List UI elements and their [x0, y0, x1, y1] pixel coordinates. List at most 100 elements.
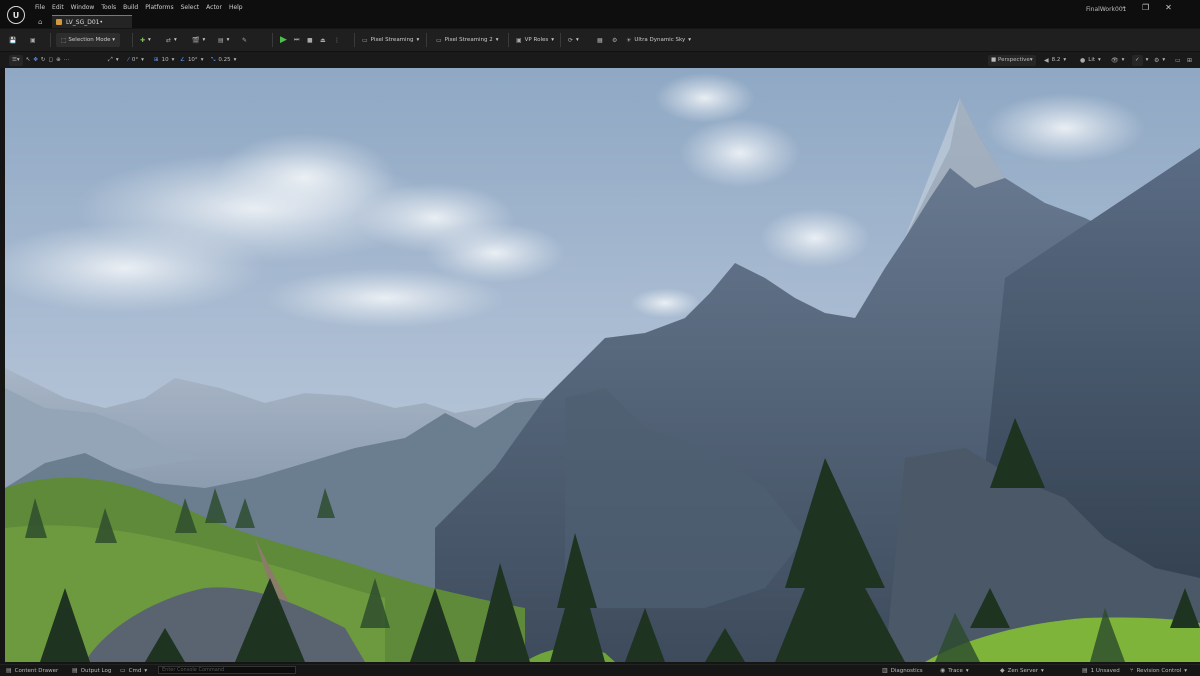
menu-window[interactable]: Window — [71, 4, 102, 11]
log-icon: ▤ — [72, 667, 78, 674]
scale-icon[interactable]: ◻ — [49, 57, 54, 63]
minimize-icon[interactable]: – — [1122, 3, 1126, 12]
play-options-icon[interactable]: ⋮ — [334, 33, 340, 47]
select-icon[interactable]: ↖ — [26, 57, 31, 63]
selection-mode-icon: ⬚ — [61, 36, 67, 44]
home-icon[interactable]: ⌂ — [38, 18, 42, 26]
trace-label: Trace — [948, 667, 963, 674]
close-icon[interactable]: ✕ — [1165, 3, 1172, 12]
realtime-toggle[interactable]: ✓ ▾ — [1132, 54, 1148, 66]
chevron-down-icon: ▾ — [688, 37, 691, 43]
level-icon — [56, 19, 62, 25]
fov-dropdown[interactable]: ◀ 8.2 ▾ — [1044, 54, 1066, 66]
eject-icon[interactable]: ⏏ — [320, 33, 326, 47]
cinematics-button[interactable]: 🎬 ▾ — [192, 33, 205, 47]
level-tab-label: LV_SG_D01• — [66, 18, 104, 26]
scale-snap[interactable]: ⤡ 0.25 ▾ — [211, 54, 236, 66]
play-button[interactable]: ▶ — [280, 33, 287, 47]
menu-actor[interactable]: Actor — [206, 4, 229, 11]
fov-value: 8.2 — [1051, 57, 1061, 63]
pixel-streaming-2-dropdown[interactable]: ▭ Pixel Streaming 2 ▾ — [436, 33, 499, 47]
content-drawer-label: Content Drawer — [14, 667, 59, 674]
monitor-icon: ▭ — [362, 36, 368, 44]
diagnostics-button[interactable]: ▥ Diagnostics — [882, 667, 923, 674]
camera-icon: ■ — [991, 57, 997, 63]
cmd-label: Cmd — [128, 667, 142, 674]
maximize-icon[interactable]: ❐ — [1142, 3, 1149, 12]
add-actor-button[interactable]: ✚ ▾ — [140, 33, 151, 47]
angle-snap-value: 10° — [187, 57, 198, 63]
landscape-render — [5, 68, 1200, 662]
lit-label: Lit — [1088, 57, 1095, 63]
menu-bar: File Edit Window Tools Build Platforms S… — [35, 4, 250, 11]
menu-build[interactable]: Build — [123, 4, 145, 11]
lit-dropdown[interactable]: ● Lit ▾ — [1080, 54, 1101, 66]
unsaved-label: 1 Unsaved — [1090, 667, 1120, 674]
trace-dropdown[interactable]: ◉ Trace ▾ — [940, 667, 969, 674]
zen-server-dropdown[interactable]: ◆ Zen Server ▾ — [1000, 667, 1044, 674]
location-snap[interactable]: ⁄ 0° ▾ — [128, 54, 144, 66]
pixel-streaming-2-label: Pixel Streaming 2 — [444, 37, 493, 43]
level-viewport[interactable] — [5, 68, 1200, 662]
viewport-toolbar: ☰▾ ↖ ✥ ↻ ◻ ⊕ ⋯ ⤢ ▾ ⁄ 0° ▾ ⊞ 10 ▾ ∠ 10° ▾ ⤡ 0.25 ▾… — [0, 52, 1200, 68]
revision-control-button[interactable]: ⑂ Revision Control ▾ — [1130, 667, 1187, 674]
diagnostics-label: Diagnostics — [890, 667, 923, 674]
refresh-icon[interactable]: ⟳ ▾ — [568, 33, 579, 47]
menu-help[interactable]: Help — [229, 4, 250, 11]
chevron-down-icon: ▾ — [1041, 667, 1044, 674]
chevron-down-icon: ▾ — [1184, 667, 1187, 674]
snap-rotation-value: 0° — [131, 57, 139, 63]
maximize-viewport-icon[interactable]: ⊞ — [1187, 54, 1192, 66]
menu-select[interactable]: Select — [181, 4, 207, 11]
ultra-dynamic-sky-label: Ultra Dynamic Sky — [634, 37, 686, 43]
brush-icon[interactable]: ✎ — [242, 33, 247, 47]
settings-icon[interactable]: ⚙ — [612, 33, 617, 47]
chevron-down-icon: ▾ — [112, 37, 116, 43]
chevron-down-icon: ▾ — [416, 37, 420, 43]
build-icon[interactable]: ▦ — [597, 33, 603, 47]
layout-icon[interactable]: ▭ — [1175, 54, 1181, 66]
browse-icon[interactable]: ▣ — [30, 33, 36, 47]
vp-roles-dropdown[interactable]: ▣ VP Roles ▾ — [516, 33, 554, 47]
pixel-streaming-dropdown[interactable]: ▭ Pixel Streaming ▾ — [362, 33, 419, 47]
content-drawer-button[interactable]: ▤ Content Drawer — [6, 667, 58, 674]
perspective-dropdown[interactable]: ■ Perspective ▾ — [988, 54, 1036, 66]
blueprint-button[interactable]: ⇄ ▾ — [166, 33, 177, 47]
menu-tools[interactable]: Tools — [101, 4, 123, 11]
unsaved-button[interactable]: ▤ 1 Unsaved — [1082, 667, 1120, 674]
menu-edit[interactable]: Edit — [52, 4, 71, 11]
menu-file[interactable]: File — [35, 4, 52, 11]
move-icon[interactable]: ✥ — [33, 57, 38, 63]
status-bar: ▤ Content Drawer ▤ Output Log ▭ Cmd ▾ Enter … — [0, 664, 1200, 676]
mode-button[interactable]: ▤ ▾ — [218, 33, 229, 47]
cmd-dropdown[interactable]: ▭ Cmd ▾ — [120, 667, 147, 674]
console-input[interactable]: Enter Console Command — [158, 666, 296, 674]
checkmark-icon: ✓ — [1132, 54, 1143, 66]
trace-icon: ◉ — [940, 667, 946, 674]
output-log-label: Output Log — [80, 667, 112, 674]
vp-icon: ▣ — [516, 36, 522, 44]
sun-icon: ☀ — [626, 36, 632, 44]
angle-snap[interactable]: ∠ 10° ▾ — [180, 54, 203, 66]
grid-view-icon[interactable]: ⋯ — [64, 57, 70, 63]
selection-mode-dropdown[interactable]: ⬚ Selection Mode ▾ — [56, 33, 121, 47]
output-log-button[interactable]: ▤ Output Log — [72, 667, 111, 674]
step-icon[interactable]: ⏭ — [294, 33, 299, 47]
window-controls: – ❐ ✕ — [1122, 3, 1172, 12]
level-tab[interactable]: LV_SG_D01• — [52, 15, 132, 28]
unreal-logo-icon[interactable]: U — [7, 6, 25, 24]
stop-icon[interactable]: ■ — [307, 33, 313, 47]
rotate-icon[interactable]: ↻ — [41, 57, 46, 63]
world-icon[interactable]: ⊕ — [56, 57, 61, 63]
vp-roles-label: VP Roles — [524, 37, 549, 43]
menu-platforms[interactable]: Platforms — [145, 4, 180, 11]
chevron-down-icon: ▾ — [495, 37, 499, 43]
surface-snap[interactable]: ⤢ ▾ — [108, 54, 119, 66]
grid-snap[interactable]: ⊞ 10 ▾ — [154, 54, 174, 66]
show-dropdown[interactable]: 👁 ▾ — [1111, 54, 1124, 66]
ultra-dynamic-sky-dropdown[interactable]: ☀ Ultra Dynamic Sky ▾ — [626, 33, 691, 47]
viewport-settings[interactable]: ⚙ ▾ — [1154, 54, 1165, 66]
menu-icon[interactable]: ☰▾ — [9, 54, 23, 66]
folder-icon: ▤ — [6, 667, 12, 674]
save-icon[interactable]: 💾 — [9, 33, 16, 47]
